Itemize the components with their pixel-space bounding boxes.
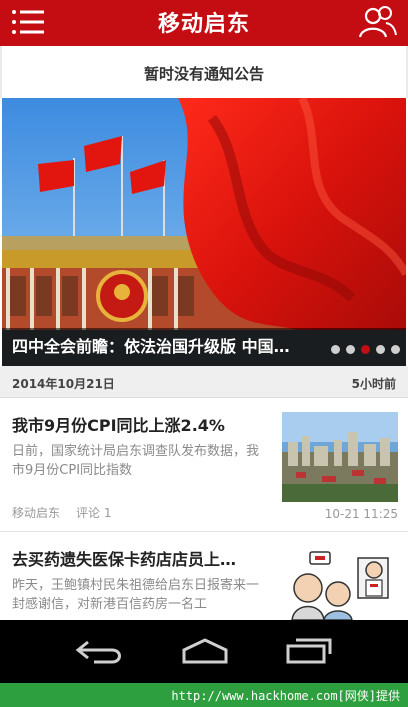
watermark-text: http://www.hackhome.com[网侠]提供 (171, 689, 400, 703)
app-header: 移动启东 (0, 0, 408, 46)
carousel-caption[interactable]: 四中全会前瞻：依法治国升级版 中国… (12, 333, 322, 357)
notice-text: 暂时没有通知公告 (143, 65, 264, 83)
hero-carousel[interactable]: 四中全会前瞻：依法治国升级版 中国… (2, 98, 406, 366)
recent-apps-icon[interactable] (282, 636, 336, 666)
app-title: 移动启东 (157, 12, 250, 37)
watermark-bar: http://www.hackhome.com[网侠]提供 (0, 683, 408, 707)
back-icon[interactable] (74, 636, 128, 666)
carousel-dot[interactable] (391, 345, 400, 354)
news-comments[interactable]: 评论 1 (76, 504, 111, 521)
news-source: 移动启东 (12, 506, 61, 520)
system-navigation-bar (0, 620, 408, 683)
user-group-icon[interactable] (358, 4, 398, 40)
news-item[interactable]: 我市9月份CPI同比上涨2.4% 日前，国家统计局启东调查队发布数据，我市9月份… (0, 398, 408, 532)
news-time: 10-21 11:25 (324, 507, 398, 521)
news-summary: 昨天，王鲍镇村民朱祖德给启东日报寄来一封感谢信，对新港百信药房一名工 (12, 578, 260, 612)
news-thumbnail-image (282, 412, 398, 502)
news-date: 2014年10月21日 (12, 377, 115, 391)
news-title: 我市9月份CPI同比上涨2.4% (12, 416, 225, 435)
carousel-dot-active[interactable] (361, 345, 370, 354)
date-bar: 2014年10月21日 5小时前 (0, 366, 408, 398)
carousel-indicators (331, 345, 400, 354)
notice-bar[interactable]: 暂时没有通知公告 (0, 46, 408, 98)
home-icon[interactable] (178, 636, 232, 666)
carousel-dot[interactable] (376, 345, 385, 354)
news-thumbnail-cartoon (282, 544, 398, 620)
news-title: 去买药遗失医保卡药店店员上… (12, 550, 237, 569)
hero-image (2, 98, 406, 366)
carousel-dot[interactable] (346, 345, 355, 354)
carousel-dot[interactable] (331, 345, 340, 354)
news-summary: 日前，国家统计局启东调查队发布数据，我市9月份CPI同比指数 (12, 444, 260, 478)
relative-time: 5小时前 (351, 377, 396, 391)
news-item[interactable]: 去买药遗失医保卡药店店员上… 昨天，王鲍镇村民朱祖德给启东日报寄来一封感谢信，对… (0, 532, 408, 620)
